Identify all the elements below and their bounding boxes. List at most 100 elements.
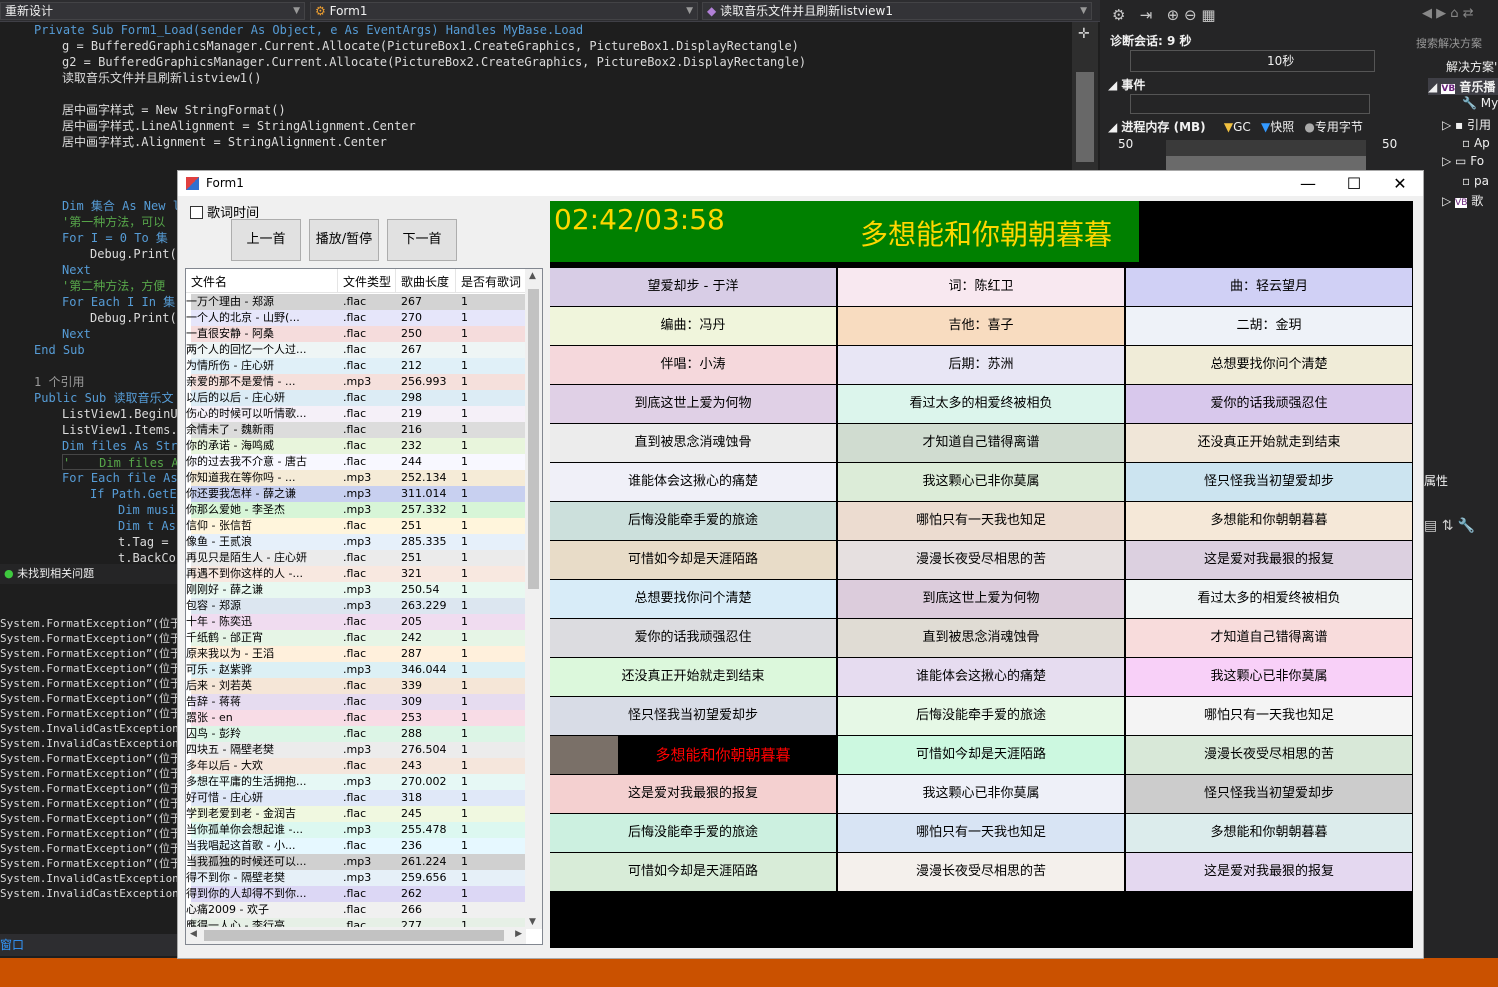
listview-hscrollbar[interactable]: ◀ ▶ [186,927,526,944]
output-window[interactable]: System.FormatException”(位于 System.FormatE… [0,584,180,932]
list-item[interactable]: 当我唱起这首歌 - 小... .flac 236 1 [186,838,526,854]
list-item[interactable]: 后来 - 刘若英 .flac 339 1 [186,678,526,694]
list-item[interactable]: 嚣张 - en .flac 253 1 [186,710,526,726]
scroll-right-icon[interactable]: ▶ [515,929,522,939]
scroll-up-icon[interactable]: ▲ [529,271,536,281]
sol-item[interactable]: 🔧 My [1462,96,1498,110]
list-item[interactable]: 多想在平庸的生活拥抱... .mp3 270.002 1 [186,774,526,790]
split-icon[interactable]: ✛ [1078,26,1090,42]
export-icon[interactable]: ⇥ [1140,6,1153,24]
back-icon[interactable]: ◀ [1422,6,1432,21]
file-type-cell: .mp3 [343,471,372,484]
maximize-button[interactable]: ☐ [1331,171,1377,196]
sol-search-input[interactable]: 搜索解决方案 [1416,35,1498,53]
lyric-cell: 望爱却步 - 于洋 [550,268,836,306]
sol-item[interactable]: ▫ pa [1462,174,1489,188]
scroll-left-icon[interactable]: ◀ [190,929,197,939]
list-item[interactable]: 余情未了 - 魏新雨 .flac 216 1 [186,422,526,438]
sol-item[interactable]: ▷ VB 歌 [1442,192,1483,209]
categorized-icon[interactable]: ▤ [1424,518,1437,534]
memory-header[interactable]: ◢ 进程内存 (MB) ▼GC ▼快照 ●专用字节 [1108,118,1363,135]
list-item[interactable]: 像鱼 - 王贰浪 .mp3 285.335 1 [186,534,526,550]
list-item[interactable]: 一个人的北京 - 山野(... .flac 270 1 [186,310,526,326]
list-item[interactable]: 以后的以后 - 庄心妍 .flac 298 1 [186,390,526,406]
minimize-button[interactable]: — [1285,171,1331,196]
title-bar[interactable]: Form1 — ☐ ✕ [178,171,1423,196]
listview-vscroll-thumb[interactable] [528,289,539,589]
list-item[interactable]: 十年 - 陈奕迅 .flac 205 1 [186,614,526,630]
gear-icon[interactable]: ⚙ [1112,6,1125,24]
output-tab[interactable]: 窗口 [0,934,180,956]
list-item[interactable]: 你的过去我不介意 - 唐古 .flac 244 1 [186,454,526,470]
list-item[interactable]: 可乐 - 赵紫骅 .mp3 346.044 1 [186,662,526,678]
chevron-down-icon: ▼ [1080,6,1087,16]
list-item[interactable]: 当你孤单你会想起谁 -... .mp3 255.478 1 [186,822,526,838]
list-item[interactable]: 多年以后 - 大欢 .flac 243 1 [186,758,526,774]
song-listview[interactable]: 文件名 文件类型 歌曲长度 是否有歌词 一万个理由 - 郑源 .flac 267 1 一… [185,268,543,945]
list-item[interactable]: 四块五 - 隔壁老樊 .mp3 276.504 1 [186,742,526,758]
list-item[interactable]: 再遇不到你这样的人 -... .flac 321 1 [186,566,526,582]
private-bytes-label: 专用字节 [1314,120,1363,134]
column-header[interactable]: 文件名 [186,269,338,293]
home-icon[interactable]: ⌂ [1450,6,1458,21]
sol-item[interactable]: ▷ ▪ 引用 [1442,116,1491,133]
sol-item[interactable]: ▷ ▭ Fo [1442,154,1484,168]
next-button[interactable]: 下一首 [387,219,457,261]
song-name-cell: 当你孤单你会想起谁 -... [186,823,303,836]
project-combo[interactable]: 重新设计 ▼ [0,2,305,20]
zoom-out-icon[interactable]: ⊖ [1184,6,1197,24]
sync-icon[interactable]: ⇄ [1463,6,1474,21]
list-item[interactable]: 信仰 - 张信哲 .flac 251 1 [186,518,526,534]
class-combo[interactable]: ⚙ Form1 ▼ [310,2,698,20]
list-item[interactable]: 当我孤独的时候还可以... .mp3 261.224 1 [186,854,526,870]
gc-label: GC [1233,120,1251,134]
scroll-down-icon[interactable]: ▼ [529,917,536,927]
list-item[interactable]: 告辞 - 蒋蒋 .flac 309 1 [186,694,526,710]
events-header[interactable]: ◢ 事件 [1108,76,1145,93]
list-item[interactable]: 你那么爱她 - 李圣杰 .mp3 257.332 1 [186,502,526,518]
list-item[interactable]: 伤心的时候可以听情歌... .flac 219 1 [186,406,526,422]
list-item[interactable]: 原来我以为 - 王滔 .flac 287 1 [186,646,526,662]
wrench-icon[interactable]: 🔧 [1458,518,1475,534]
forward-icon[interactable]: ▶ [1436,6,1446,21]
play-pause-button[interactable]: 播放/暂停 [309,219,379,261]
list-item[interactable]: 得不到你 - 隔壁老樊 .mp3 259.656 1 [186,870,526,886]
column-header[interactable]: 歌曲长度 [396,269,456,293]
list-item[interactable]: 好可惜 - 庄心妍 .flac 318 1 [186,790,526,806]
sort-icon[interactable]: ⇅ [1442,518,1454,534]
list-item[interactable]: 刚刚好 - 薛之谦 .mp3 250.54 1 [186,582,526,598]
member-combo[interactable]: ◆ 读取音乐文件并且刷新listview1 ▼ [702,2,1092,20]
error-status[interactable]: ● 未找到相关问题 [0,564,180,584]
checkbox-box[interactable] [190,206,203,219]
list-item[interactable]: 千纸鹤 - 邰正宵 .flac 242 1 [186,630,526,646]
diag-timeline[interactable]: 10秒 [1130,50,1375,72]
list-item[interactable]: 一万个理由 - 郑源 .flac 267 1 [186,294,526,310]
sol-item[interactable]: 解决方案' [1446,58,1497,75]
list-item[interactable]: 亲爱的那不是爱情 - ... .mp3 256.993 1 [186,374,526,390]
zoom-in-icon[interactable]: ⊕ [1167,6,1180,24]
list-item[interactable]: 心痛2009 - 欢子 .flac 266 1 [186,902,526,918]
prev-button[interactable]: 上一首 [231,219,301,261]
editor-scroll-thumb[interactable] [1076,72,1094,162]
list-item[interactable]: 你的承诺 - 海鸣威 .flac 232 1 [186,438,526,454]
list-item[interactable]: 包容 - 郑源 .mp3 263.229 1 [186,598,526,614]
list-item[interactable]: 囚鸟 - 彭羚 .flac 288 1 [186,726,526,742]
code-lens[interactable]: 1 个引用 [34,374,84,390]
close-button[interactable]: ✕ [1377,171,1423,196]
list-item[interactable]: 再见只是陌生人 - 庄心妍 .flac 251 1 [186,550,526,566]
list-item[interactable]: 你还要我怎样 - 薛之谦 .mp3 311.014 1 [186,486,526,502]
list-item[interactable]: 一直很安静 - 阿桑 .flac 250 1 [186,326,526,342]
listview-vscrollbar[interactable]: ▲ ▼ [525,269,542,929]
column-header[interactable]: 文件类型 [338,269,396,293]
list-item[interactable]: 你知道我在等你吗 - ... .mp3 252.134 1 [186,470,526,486]
has-lyrics-cell: 1 [461,759,468,772]
sol-item[interactable]: ◢ VB 音乐播 [1428,78,1498,95]
sol-item[interactable]: ▫ Ap [1462,136,1490,150]
listview-hscroll-thumb[interactable] [204,930,504,941]
list-item[interactable]: 得到你的人却得不到你... .flac 262 1 [186,886,526,902]
reset-zoom-icon[interactable]: ▦ [1201,6,1215,24]
list-item[interactable]: 为情所伤 - 庄心妍 .flac 212 1 [186,358,526,374]
list-item[interactable]: 学到老爱到老 - 金润吉 .flac 245 1 [186,806,526,822]
list-item[interactable]: 两个人的回忆一个人过... .flac 267 1 [186,342,526,358]
column-header[interactable]: 是否有歌词 [456,269,526,293]
